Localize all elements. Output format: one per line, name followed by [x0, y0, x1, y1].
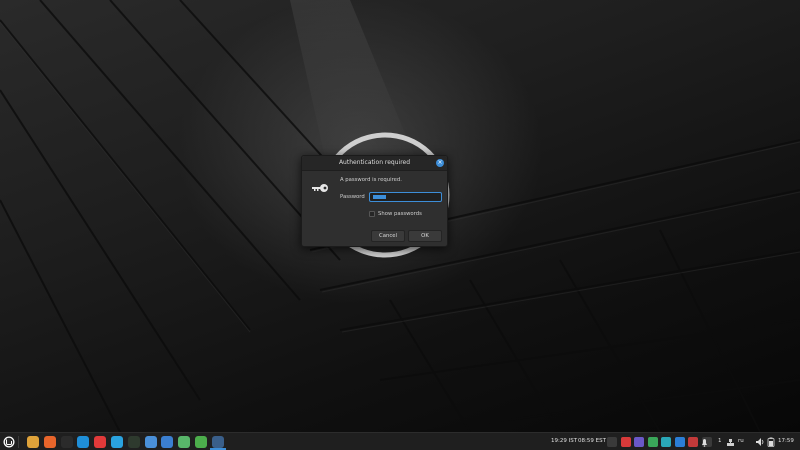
phone-icon[interactable] [161, 436, 174, 448]
clock-est: 08:59 EST [578, 438, 606, 444]
vpn-icon[interactable] [178, 436, 191, 448]
key-icon [312, 184, 328, 192]
clock: 17:59 [778, 438, 794, 444]
password-label: Password [340, 194, 365, 200]
show-passwords-label: Show passwords [378, 211, 422, 217]
network-icon[interactable] [211, 436, 224, 448]
phone-tray-icon[interactable] [688, 437, 698, 447]
battery-icon[interactable] [767, 437, 775, 447]
anydesk-tray-icon[interactable] [620, 437, 631, 447]
show-passwords-checkbox[interactable] [369, 211, 375, 217]
sync-tray-icon[interactable] [661, 437, 671, 447]
authentication-dialog: Authentication required × A password is … [301, 155, 448, 247]
terminal-icon[interactable] [60, 436, 73, 448]
clock-ist: 19:29 IST [551, 438, 578, 444]
taskbar-separator [18, 436, 19, 448]
check-tray-icon[interactable] [647, 437, 658, 447]
teams-tray-icon[interactable] [634, 437, 644, 447]
close-icon[interactable]: × [436, 159, 444, 167]
password-field[interactable] [369, 192, 442, 202]
dialog-title: Authentication required [338, 159, 411, 166]
clipboard-icon[interactable] [607, 437, 617, 447]
network-tray-icon[interactable] [726, 437, 735, 447]
cancel-button[interactable]: Cancel [371, 230, 405, 242]
volume-icon[interactable] [755, 437, 765, 447]
skype-icon[interactable] [77, 436, 90, 448]
telegram-icon[interactable] [111, 436, 123, 448]
dialog-titlebar: Authentication required × [302, 156, 447, 171]
keyboard-layout[interactable]: ru [738, 438, 744, 444]
taskbar: 19:29 IST 08:59 EST 1 ru 17:59 [0, 432, 800, 450]
system-monitor-icon[interactable] [127, 436, 140, 448]
prompt-text: A password is required. [340, 177, 402, 183]
linux-mint-menu-icon[interactable] [3, 436, 15, 448]
notification-count: 1 [718, 438, 722, 444]
notification-icon[interactable] [700, 437, 709, 447]
firefox-icon[interactable] [43, 436, 56, 448]
files-icon[interactable] [27, 436, 39, 448]
anydesk-icon[interactable] [94, 436, 107, 448]
mail-icon[interactable] [144, 436, 157, 448]
password-selection [373, 195, 386, 199]
tool-icon[interactable] [195, 436, 207, 448]
show-passwords-toggle[interactable]: Show passwords [369, 210, 422, 218]
ok-button[interactable]: OK [408, 230, 442, 242]
teamviewer-tray-icon[interactable] [674, 437, 685, 447]
